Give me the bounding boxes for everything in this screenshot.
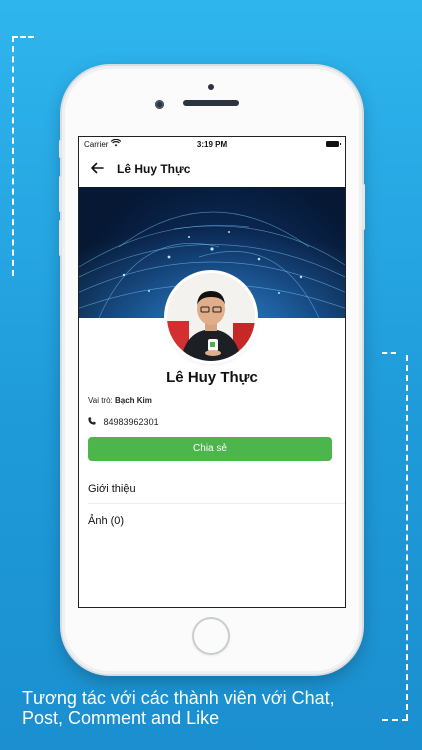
phone-icon xyxy=(88,417,97,427)
mute-switch xyxy=(59,140,62,158)
role-value: Bạch Kim xyxy=(114,396,152,405)
status-time: 3:19 PM xyxy=(196,140,228,149)
battery-icon xyxy=(326,141,341,147)
phone-row[interactable]: 84983962301 xyxy=(88,417,159,427)
app-screen: Carrier 3:19 PM Lê Huy Thực Lê Huy Thực … xyxy=(78,136,346,608)
back-arrow-icon[interactable] xyxy=(89,160,105,176)
decorative-dashed-line xyxy=(406,355,408,720)
caption-line-2: Post, Comment and Like xyxy=(22,708,220,728)
earpiece-speaker xyxy=(183,100,239,106)
caption-line-1: Tương tác với các thành viên với Chat, xyxy=(22,688,335,708)
role-label: Vai trò: xyxy=(88,396,113,405)
section-photos[interactable]: Ảnh (0) xyxy=(88,515,124,527)
decorative-dashed-line xyxy=(382,352,396,354)
role-row: Vai trò: Bạch Kim xyxy=(88,396,152,405)
promo-caption: Tương tác với các thành viên với Chat, P… xyxy=(22,688,402,728)
profile-name: Lê Huy Thực xyxy=(166,369,258,386)
decorative-dashed-line xyxy=(12,36,34,38)
volume-up-button xyxy=(59,176,62,212)
page-title: Lê Huy Thực xyxy=(117,162,191,176)
phone-frame: Carrier 3:19 PM Lê Huy Thực Lê Huy Thực … xyxy=(59,66,365,674)
sensor-dot xyxy=(208,84,214,90)
divider xyxy=(88,503,345,504)
status-bar: Carrier 3:19 PM xyxy=(79,137,345,153)
front-camera xyxy=(155,100,164,109)
navigation-bar: Lê Huy Thực xyxy=(79,153,345,187)
decorative-dashed-line xyxy=(12,36,14,276)
power-button xyxy=(362,184,365,230)
home-button[interactable] xyxy=(192,617,230,655)
phone-number: 84983962301 xyxy=(103,417,159,427)
section-intro[interactable]: Giới thiệu xyxy=(88,483,136,495)
volume-down-button xyxy=(59,220,62,256)
avatar[interactable] xyxy=(167,273,255,361)
share-button[interactable]: Chia sẻ xyxy=(88,437,332,461)
